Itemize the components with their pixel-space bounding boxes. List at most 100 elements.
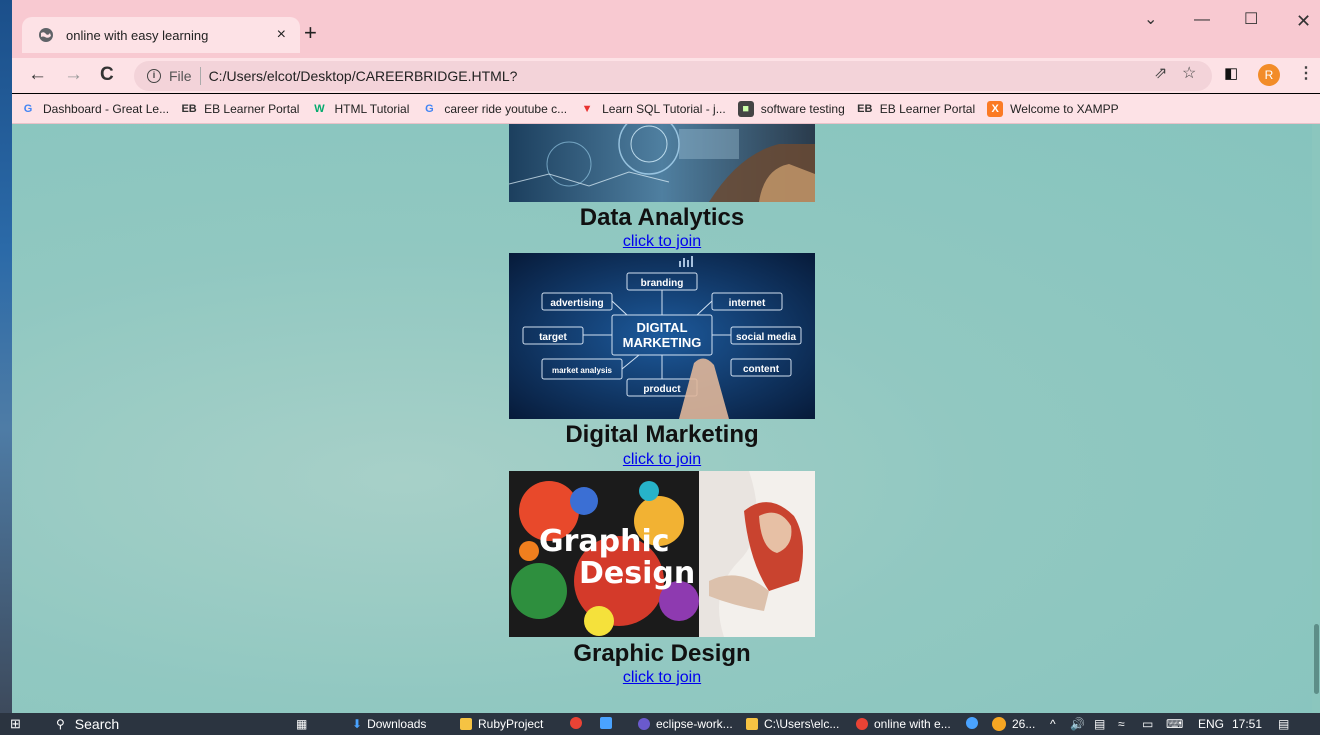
- tray-chevron-icon[interactable]: ^: [1050, 717, 1056, 731]
- forward-arrow-icon[interactable]: →: [64, 65, 83, 84]
- wifi-icon[interactable]: ≈: [1118, 717, 1125, 731]
- bookmark-item[interactable]: ▼ Learn SQL Tutorial - j...: [579, 101, 726, 117]
- url-text[interactable]: C:/Users/elcot/Desktop/CAREERBRIDGE.HTML…: [209, 68, 518, 84]
- browser-toolbar: ← → C i File C:/Users/elcot/Desktop/CARE…: [12, 58, 1320, 93]
- join-link-digital-marketing[interactable]: click to join: [12, 451, 1312, 469]
- eclipse-icon: [638, 718, 650, 730]
- volume-icon[interactable]: 🔊: [1070, 717, 1085, 731]
- taskbar-mail-icon[interactable]: [600, 717, 618, 729]
- address-bar[interactable]: i File C:/Users/elcot/Desktop/CAREERBRID…: [134, 61, 1212, 91]
- course-title-data-analytics: Data Analytics: [579, 204, 745, 231]
- desktop-background: [0, 0, 12, 713]
- bookmark-label: Learn SQL Tutorial - j...: [602, 101, 726, 116]
- menu-kebab-icon[interactable]: ⋮: [1298, 66, 1314, 82]
- page-scrollbar[interactable]: [1312, 124, 1320, 713]
- taskbar-search-label: Search: [74, 716, 120, 732]
- taskbar-app-explorer-label: C:\Users\elc...: [764, 717, 840, 731]
- notepad-icon: [746, 718, 758, 730]
- dm-word-advertising: advertising: [550, 298, 603, 309]
- bookmark-item[interactable]: EB EB Learner Portal: [181, 101, 299, 117]
- network-icon[interactable]: ▤: [1094, 717, 1105, 731]
- url-divider: [199, 67, 201, 85]
- bookmark-item[interactable]: W HTML Tutorial: [311, 101, 409, 117]
- download-arrow-icon: ⬇: [352, 717, 363, 731]
- side-panel-icon[interactable]: ◧: [1224, 66, 1238, 81]
- tab-close-button[interactable]: ×: [277, 27, 286, 43]
- join-link-data-analytics[interactable]: click to join: [12, 233, 1312, 251]
- dm-word-social-media: social media: [736, 332, 796, 343]
- eb-icon: EB: [857, 102, 873, 115]
- minimize-button[interactable]: —: [1194, 12, 1210, 28]
- profile-avatar[interactable]: R: [1258, 64, 1280, 86]
- bookmark-item[interactable]: G Dashboard - Great Le...: [20, 101, 169, 117]
- window-close-button[interactable]: ✕: [1296, 12, 1311, 30]
- notifications-icon[interactable]: ▤: [1278, 717, 1289, 731]
- browser-window: online with easy learning × + ⌄ — ☐ ✕ ← …: [12, 0, 1320, 713]
- taskbar-app-chrome-window[interactable]: online with e...: [856, 717, 951, 731]
- tab-active[interactable]: online with easy learning ×: [22, 17, 300, 53]
- taskbar-search[interactable]: ⚲ Search: [56, 717, 119, 731]
- taskbar-app-chrome-label: online with e...: [874, 717, 951, 731]
- dm-word-marketing: MARKETING: [623, 335, 702, 350]
- taskbar-app-rubyproject[interactable]: RubyProject: [460, 717, 543, 731]
- taskbar-app-eclipse-label: eclipse-work...: [656, 717, 733, 731]
- maximize-button[interactable]: ☐: [1244, 12, 1258, 28]
- bookmark-star-icon[interactable]: ☆: [1182, 66, 1196, 82]
- bookmark-item[interactable]: ■ software testing: [737, 100, 845, 117]
- bookmark-item[interactable]: X Welcome to XAMPP: [987, 100, 1119, 117]
- globe-icon: [39, 28, 53, 42]
- taskbar-app-explorer[interactable]: C:\Users\elc...: [746, 717, 839, 731]
- bookmark-label: Welcome to XAMPP: [1010, 101, 1119, 116]
- chrome-icon: [570, 717, 582, 729]
- bookmark-item[interactable]: EB EB Learner Portal: [857, 101, 975, 117]
- digital-marketing-image: branding advertising internet target DIG…: [509, 253, 815, 419]
- mail-icon: [600, 717, 612, 729]
- taskbar-app-downloads[interactable]: ⬇ Downloads: [352, 717, 426, 731]
- course-title-digital-marketing: Digital Marketing: [565, 421, 759, 448]
- bookmark-label: EB Learner Portal: [879, 101, 976, 116]
- windows-start-icon[interactable]: ⊞: [10, 717, 21, 731]
- tab-title: online with easy learning: [66, 27, 209, 43]
- gd-word-graphic: Graphic: [539, 524, 670, 559]
- battery-icon[interactable]: ▭: [1142, 717, 1153, 731]
- data-analytics-image: [509, 124, 815, 202]
- share-icon[interactable]: ⇗: [1154, 66, 1167, 82]
- bookmark-label: EB Learner Portal: [204, 101, 300, 116]
- new-tab-button[interactable]: +: [304, 22, 317, 44]
- xampp-icon: X: [987, 100, 1004, 117]
- help-icon[interactable]: [966, 717, 984, 729]
- dm-word-target: target: [539, 332, 567, 343]
- windows-taskbar: ⊞ ⚲ Search ▦ ⬇ Downloads RubyProject ecl…: [0, 713, 1320, 735]
- taskbar-chrome-icon[interactable]: [570, 717, 588, 729]
- google-icon: G: [425, 102, 434, 115]
- weather-icon: [992, 717, 1006, 731]
- taskbar-weather[interactable]: 26...: [992, 717, 1035, 731]
- back-arrow-icon[interactable]: ←: [28, 65, 47, 84]
- dm-word-digital: DIGITAL: [636, 320, 687, 335]
- dm-word-market-analysis: market analysis: [552, 366, 613, 375]
- info-icon[interactable]: i: [147, 69, 161, 83]
- google-icon: G: [23, 102, 33, 115]
- graphic-design-image: Graphic Design: [509, 471, 815, 637]
- taskbar-weather-label: 26...: [1012, 717, 1036, 731]
- bookmark-item[interactable]: Gcareer ride youtube c...: [421, 101, 567, 117]
- bookmark-label: software testing: [760, 101, 845, 116]
- taskbar-clock[interactable]: 17:51: [1232, 717, 1262, 731]
- join-link-graphic-design[interactable]: click to join: [12, 669, 1312, 687]
- bookmarks-bar: G Dashboard - Great Le... EB EB Learner Por…: [12, 94, 1320, 124]
- task-view-icon[interactable]: ▦: [296, 717, 307, 731]
- bookmark-label: HTML Tutorial: [334, 101, 410, 116]
- taskbar-app-rubyproject-label: RubyProject: [478, 717, 544, 731]
- taskbar-app-eclipse[interactable]: eclipse-work...: [638, 717, 733, 731]
- folder-icon: [460, 718, 472, 730]
- cube-icon: ■: [737, 100, 754, 117]
- tab-search-chevron-icon[interactable]: ⌄: [1144, 12, 1157, 28]
- bookmark-label: Dashboard - Great Le...: [43, 101, 170, 116]
- reload-icon[interactable]: C: [100, 65, 114, 84]
- url-scheme: File: [169, 68, 192, 84]
- gd-word-design: Design: [579, 556, 695, 591]
- keyboard-icon[interactable]: ⌨: [1166, 717, 1183, 731]
- scrollbar-thumb[interactable]: [1314, 624, 1319, 694]
- language-indicator[interactable]: ENG: [1198, 717, 1224, 731]
- dm-word-product: product: [643, 384, 681, 395]
